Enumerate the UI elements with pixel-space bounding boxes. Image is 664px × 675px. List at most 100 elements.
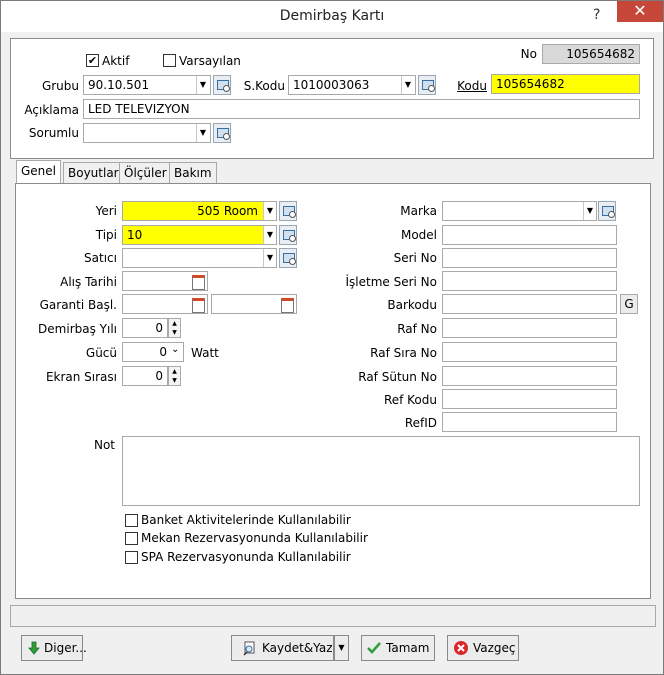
skodu-dropdown-icon[interactable]: ▼	[401, 76, 414, 94]
title-bar: Demirbaş Kartı ? ✕	[1, 1, 663, 32]
tipi-label: Tipi	[95, 228, 117, 242]
seri-no-field[interactable]	[442, 248, 617, 268]
tipi-lookup-icon[interactable]	[279, 225, 297, 245]
grubu-lookup-icon[interactable]	[213, 75, 231, 95]
gucu-dropdown-icon[interactable]: ⌄	[171, 344, 179, 355]
satici-lookup-icon[interactable]	[279, 248, 297, 268]
tab-boyutlar[interactable]: Boyutlar	[63, 162, 124, 183]
aciklama-label: Açıklama	[24, 103, 79, 117]
sorumlu-lookup-icon[interactable]	[213, 123, 231, 143]
raf-no-field[interactable]	[442, 318, 617, 338]
tamam-button-label: Tamam	[386, 641, 430, 655]
marka-lookup-icon[interactable]	[598, 201, 616, 221]
vazgec-button[interactable]: Vazgeç	[447, 635, 519, 661]
model-field[interactable]	[442, 225, 617, 245]
barkodu-field[interactable]	[442, 294, 617, 314]
kodu-label: Kodu	[457, 79, 487, 93]
spa-checkbox[interactable]	[125, 551, 138, 564]
ekran-sirasi-spinner[interactable]: ▲ ▼	[168, 366, 181, 386]
kaydet-yaz-button[interactable]: Kaydet&Yaz	[231, 635, 334, 661]
banket-checkbox[interactable]	[125, 514, 138, 527]
tipi-field[interactable]: 10	[122, 225, 277, 245]
seri-no-label: Seri No	[393, 251, 437, 265]
help-button[interactable]: ?	[593, 7, 600, 23]
garanti-end-calendar-icon[interactable]	[278, 295, 296, 313]
vazgec-button-label: Vazgeç	[473, 641, 516, 655]
grubu-field[interactable]: 90.10.501	[83, 75, 211, 95]
demirbas-karti-window: Demirbaş Kartı ? ✕ ✔ Aktif Varsayılan No…	[0, 0, 664, 675]
status-bar	[10, 605, 656, 627]
varsayilan-label: Varsayılan	[179, 54, 241, 68]
grubu-label: Grubu	[41, 79, 79, 93]
sorumlu-dropdown-icon[interactable]: ▼	[196, 124, 209, 142]
aktif-label: Aktif	[102, 54, 130, 68]
kodu-field[interactable]: 105654682	[491, 74, 640, 94]
ekran-sirasi-field[interactable]: 0	[122, 366, 168, 386]
banket-label: Banket Aktivitelerinde Kullanılabilir	[141, 513, 351, 527]
raf-no-label: Raf No	[397, 322, 437, 336]
mekan-label: Mekan Rezervasyonunda Kullanılabilir	[141, 531, 368, 545]
varsayilan-checkbox[interactable]	[163, 54, 176, 67]
cancel-icon	[454, 641, 468, 655]
gucu-label: Gücü	[85, 346, 117, 360]
alis-tarihi-label: Alış Tarihi	[60, 275, 117, 289]
garanti-start-calendar-icon[interactable]	[189, 295, 207, 313]
tab-bakim[interactable]: Bakım	[169, 162, 217, 183]
aciklama-field[interactable]: LED TELEVIZYON	[83, 99, 640, 119]
marka-dropdown-icon[interactable]: ▼	[583, 202, 596, 220]
aktif-checkbox[interactable]: ✔	[86, 54, 99, 67]
refid-field[interactable]	[442, 412, 617, 432]
skodu-lookup-icon[interactable]	[418, 75, 436, 95]
isletme-seri-no-field[interactable]	[442, 271, 617, 291]
tab-genel[interactable]: Genel	[16, 160, 62, 184]
tamam-button[interactable]: Tamam	[361, 635, 435, 661]
gucu-unit: Watt	[191, 346, 219, 360]
yeri-lookup-icon[interactable]	[279, 201, 297, 221]
demirbas-yili-spinner[interactable]: ▲ ▼	[168, 318, 181, 338]
skodu-label: S.Kodu	[243, 79, 285, 93]
sorumlu-field[interactable]	[83, 123, 211, 143]
arrow-down-icon	[28, 641, 40, 655]
no-field: 105654682	[542, 44, 640, 64]
yeri-field[interactable]: 505 Room	[122, 201, 277, 221]
satici-label: Satıcı	[84, 251, 117, 265]
yeri-dropdown-icon[interactable]: ▼	[263, 202, 276, 220]
yeri-label: Yeri	[95, 204, 117, 218]
raf-sira-no-field[interactable]	[442, 342, 617, 362]
skodu-field[interactable]: 1010003063	[288, 75, 416, 95]
marka-label: Marka	[400, 204, 437, 218]
diger-button[interactable]: Diger...	[21, 635, 87, 661]
diger-button-label: Diger...	[44, 641, 87, 655]
raf-sutun-no-label: Raf Sütun No	[358, 370, 437, 384]
kaydet-yaz-button-label: Kaydet&Yaz	[262, 641, 333, 655]
demirbas-yili-field[interactable]: 0	[122, 318, 168, 338]
satici-dropdown-icon[interactable]: ▼	[263, 249, 276, 267]
model-label: Model	[400, 228, 437, 242]
ref-kodu-label: Ref Kodu	[383, 393, 437, 407]
barkodu-label: Barkodu	[387, 298, 437, 312]
isletme-seri-no-label: İşletme Seri No	[345, 275, 438, 289]
spa-label: SPA Rezervasyonunda Kullanılabilir	[141, 550, 351, 564]
marka-field[interactable]	[442, 201, 597, 221]
tab-olculer[interactable]: Ölçüler	[119, 162, 172, 183]
tipi-dropdown-icon[interactable]: ▼	[263, 226, 276, 244]
alis-tarihi-calendar-icon[interactable]	[189, 272, 207, 290]
satici-field[interactable]	[122, 248, 277, 268]
window-title: Demirbaş Kartı	[279, 8, 385, 24]
not-textarea[interactable]	[122, 436, 640, 506]
raf-sutun-no-field[interactable]	[442, 366, 617, 386]
checkmark-icon	[367, 642, 381, 654]
no-label: No	[520, 47, 537, 61]
demirbas-yili-label: Demirbaş Yılı	[38, 322, 117, 336]
ref-kodu-field[interactable]	[442, 389, 617, 409]
sorumlu-label: Sorumlu	[28, 126, 79, 140]
grubu-dropdown-icon[interactable]: ▼	[196, 76, 209, 94]
kaydet-yaz-dropdown-button[interactable]: ▼	[334, 635, 349, 661]
print-preview-icon	[243, 641, 255, 656]
close-button[interactable]: ✕	[617, 1, 663, 22]
garanti-label: Garanti Başl.	[39, 298, 117, 312]
not-label: Not	[93, 438, 115, 452]
mekan-checkbox[interactable]	[125, 532, 138, 545]
barkodu-generate-button[interactable]: G	[620, 294, 638, 314]
refid-label: RefID	[404, 416, 437, 430]
